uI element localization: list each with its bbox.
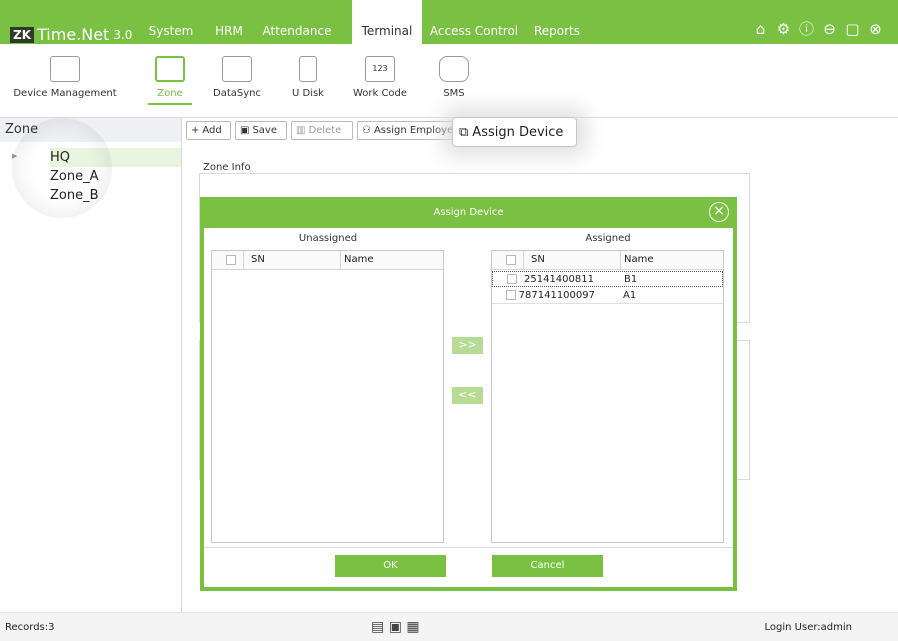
submenu-bar: Device Management Zone DataSync U Disk 1… bbox=[0, 44, 898, 118]
table-row[interactable]: 25141400811 B1 bbox=[492, 271, 723, 287]
assigned-grid: SN Name 25141400811 B1 787141100097 A1 bbox=[491, 250, 724, 543]
zone-info-label: Zone Info bbox=[203, 162, 257, 173]
cancel-button[interactable]: Cancel bbox=[492, 555, 603, 577]
submenu-sms[interactable]: SMS bbox=[432, 52, 476, 99]
divider bbox=[523, 251, 524, 270]
divider bbox=[243, 251, 244, 270]
submenu-u-disk[interactable]: U Disk bbox=[286, 52, 330, 99]
app-logo: ZK Time.Net 3.0 bbox=[10, 25, 132, 44]
row-sn: 787141100097 bbox=[518, 290, 595, 301]
sms-icon bbox=[439, 56, 469, 82]
move-left-button[interactable]: << bbox=[452, 387, 483, 404]
select-all-checkbox[interactable] bbox=[226, 255, 236, 265]
table-row[interactable]: 787141100097 A1 bbox=[492, 288, 723, 304]
device-icon bbox=[50, 56, 80, 82]
col-name[interactable]: Name bbox=[624, 254, 654, 265]
magnifier-circle bbox=[12, 118, 112, 218]
assign-device-label: Assign Device bbox=[472, 124, 564, 140]
select-all-checkbox[interactable] bbox=[506, 255, 516, 265]
submenu-label: Zone bbox=[157, 88, 183, 99]
maximize-icon[interactable]: ▢ bbox=[844, 21, 861, 38]
assign-device-button[interactable]: ⧉ Assign Device bbox=[452, 117, 577, 147]
usb-icon bbox=[299, 56, 317, 82]
save-button[interactable]: ▣ Save bbox=[235, 121, 287, 140]
status-bar: Records:3 ▤ ▣ ▦ Login User:admin bbox=[0, 612, 898, 641]
assign-employee-label: Assign Employee bbox=[373, 125, 457, 136]
delete-label: Delete bbox=[308, 125, 342, 136]
divider bbox=[340, 251, 341, 270]
assign-device-dialog: Assign Device × Unassigned Assigned SN N… bbox=[200, 197, 737, 591]
device-status-icon[interactable]: ▣ bbox=[389, 619, 402, 635]
device-network-icon: ⧉ bbox=[459, 124, 469, 140]
submenu-label: SMS bbox=[443, 88, 465, 99]
trash-icon: ▥ bbox=[296, 125, 306, 136]
row-name: A1 bbox=[623, 290, 637, 301]
col-name[interactable]: Name bbox=[344, 254, 374, 265]
home-icon[interactable]: ⌂ bbox=[752, 21, 769, 38]
help-icon[interactable]: ⓘ bbox=[798, 21, 815, 38]
submenu-label: DataSync bbox=[213, 88, 261, 99]
dialog-body: Unassigned Assigned SN Name >> << SN Nam… bbox=[204, 228, 733, 587]
save-icon: ▣ bbox=[240, 125, 250, 136]
id-card-icon[interactable]: ▤ bbox=[371, 619, 384, 635]
add-label: Add bbox=[202, 125, 222, 136]
dialog-footer-divider bbox=[204, 547, 733, 548]
monitor-icon bbox=[155, 56, 185, 82]
plus-icon: + bbox=[191, 125, 200, 136]
delete-button[interactable]: ▥ Delete bbox=[291, 121, 353, 140]
records-count: Records:3 bbox=[5, 622, 55, 633]
people-icon: ⚇ bbox=[362, 125, 371, 136]
dialog-close-icon[interactable]: × bbox=[709, 202, 729, 222]
submenu-zone[interactable]: Zone bbox=[148, 52, 192, 105]
grid-header: SN Name bbox=[212, 251, 443, 270]
move-right-button[interactable]: >> bbox=[452, 337, 483, 354]
submenu-label: Device Management bbox=[13, 88, 117, 99]
window-controls: ⌂ ⚙ ⓘ ⊖ ▢ ⊗ bbox=[752, 21, 884, 38]
dialog-title: Assign Device bbox=[433, 207, 504, 218]
row-checkbox[interactable] bbox=[506, 290, 516, 300]
settings-icon[interactable]: ⚙ bbox=[775, 21, 792, 38]
add-button[interactable]: + Add bbox=[186, 121, 231, 140]
app-version: 3.0 bbox=[113, 27, 133, 42]
login-user: Login User:admin bbox=[764, 622, 852, 633]
logo-mark: ZK bbox=[10, 26, 34, 43]
app-name: Time.Net bbox=[37, 25, 110, 44]
submenu-label: U Disk bbox=[292, 88, 324, 99]
unassigned-grid: SN Name bbox=[211, 250, 444, 543]
sync-icon bbox=[222, 56, 252, 82]
row-checkbox[interactable] bbox=[507, 274, 517, 284]
ok-button[interactable]: OK bbox=[335, 555, 446, 577]
row-name: B1 bbox=[624, 274, 638, 285]
assign-employee-button[interactable]: ⚇ Assign Employee bbox=[357, 121, 457, 140]
divider bbox=[620, 251, 621, 270]
submenu-label: Work Code bbox=[352, 88, 408, 99]
active-underline bbox=[148, 103, 192, 105]
submenu-device-management[interactable]: Device Management bbox=[10, 52, 120, 99]
assigned-label: Assigned bbox=[585, 233, 631, 244]
status-icons: ▤ ▣ ▦ bbox=[371, 619, 420, 635]
document-icon[interactable]: ▦ bbox=[406, 619, 419, 635]
submenu-datasync[interactable]: DataSync bbox=[210, 52, 264, 99]
grid-header: SN Name bbox=[492, 251, 723, 270]
submenu-work-code[interactable]: 123 Work Code bbox=[350, 52, 410, 99]
col-sn[interactable]: SN bbox=[251, 254, 265, 265]
close-icon[interactable]: ⊗ bbox=[867, 21, 884, 38]
work-code-icon: 123 bbox=[365, 56, 395, 82]
save-label: Save bbox=[252, 125, 277, 136]
unassigned-label: Unassigned bbox=[298, 233, 358, 244]
minimize-icon[interactable]: ⊖ bbox=[821, 21, 838, 38]
row-sn: 25141400811 bbox=[524, 274, 594, 285]
col-sn[interactable]: SN bbox=[531, 254, 545, 265]
